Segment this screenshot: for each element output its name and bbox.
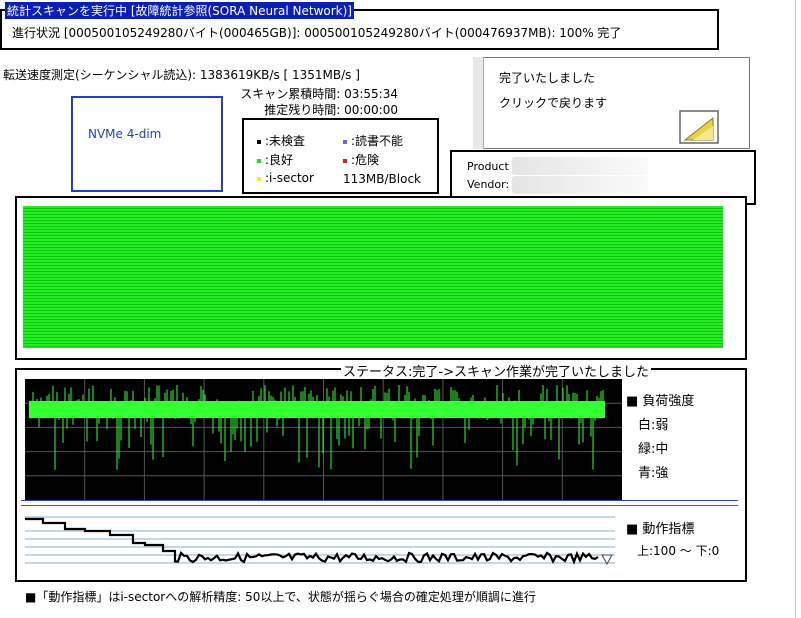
window-title: 統計スキャンを実行中 [故障統計参照(SORA Neural Network)]: [5, 2, 354, 19]
device-label: NVMe 4-dim: [88, 127, 162, 141]
red-divider: [21, 505, 738, 506]
load-blue: 青:強: [638, 466, 669, 481]
action-index-chart: [25, 509, 615, 571]
legend-danger: :危険: [343, 151, 379, 168]
load-intensity-chart: [25, 379, 622, 500]
legend-isector: :i-sector: [257, 171, 314, 185]
transfer-speed: 転送速度測定(シーケンシャル読込): 1383619KB/s [ 1351MB/…: [3, 68, 360, 82]
window-edge: [795, 0, 796, 618]
vendor-value-redacted: [512, 176, 648, 194]
product-label: Product: [467, 160, 509, 173]
red-square-icon: [343, 158, 347, 163]
estimated-remaining-time: 推定残り時間: 00:00:00: [264, 103, 398, 117]
notepad-icon: [679, 110, 719, 144]
legend-unreadable: :読書不能: [343, 132, 403, 149]
black-square-icon: [257, 139, 261, 144]
status-message: ステータス:完了->スキャン作業が完了いたしました: [341, 361, 651, 380]
green-square-icon: [257, 158, 261, 163]
done-message: 完了いたしました: [499, 71, 596, 85]
product-value-redacted: [512, 157, 648, 175]
purple-square-icon: [343, 139, 347, 144]
panel-tab: [473, 57, 484, 149]
progress-status: 進行状況 [000500105249280バイト(000465GB)]: 000…: [12, 26, 622, 40]
done-return-button[interactable]: 完了いたしました クリックで戻ります: [473, 57, 750, 149]
action-range: 上:100 ～ 下:0: [637, 544, 720, 558]
load-white: 白:弱: [638, 418, 669, 433]
blue-divider: [21, 500, 738, 501]
legend-unchecked: :未検査: [257, 132, 305, 149]
scan-map-panel: [15, 196, 747, 360]
footer-note: ■「動作指標」はi-sectorへの解析精度: 50以上で、状態が揺らぐ場合の確…: [25, 590, 536, 604]
action-title: ■ 動作指標: [626, 522, 695, 537]
legend-good: :良好: [257, 151, 293, 168]
load-title: ■ 負荷強度: [626, 394, 695, 409]
click-return-message: クリックで戻ります: [499, 96, 608, 110]
status-panel: ステータス:完了->スキャン作業が完了いたしました ■ 負荷強度 白:弱 緑:中…: [15, 361, 747, 582]
vendor-label: Vendor:: [467, 178, 510, 191]
load-green: 緑:中: [638, 442, 669, 457]
scan-elapsed-time: スキャン累積時間: 03:55:34: [240, 87, 398, 101]
legend-panel: :未検査 :読書不能 :良好 :危険 :i-sector 113MB/Block: [242, 118, 439, 194]
device-panel: NVMe 4-dim: [71, 96, 223, 192]
title-panel: 統計スキャンを実行中 [故障統計参照(SORA Neural Network)]…: [0, 2, 719, 50]
legend-block-size: 113MB/Block: [343, 172, 421, 186]
yellow-square-icon: [257, 176, 261, 181]
scan-block-map: [23, 206, 723, 348]
